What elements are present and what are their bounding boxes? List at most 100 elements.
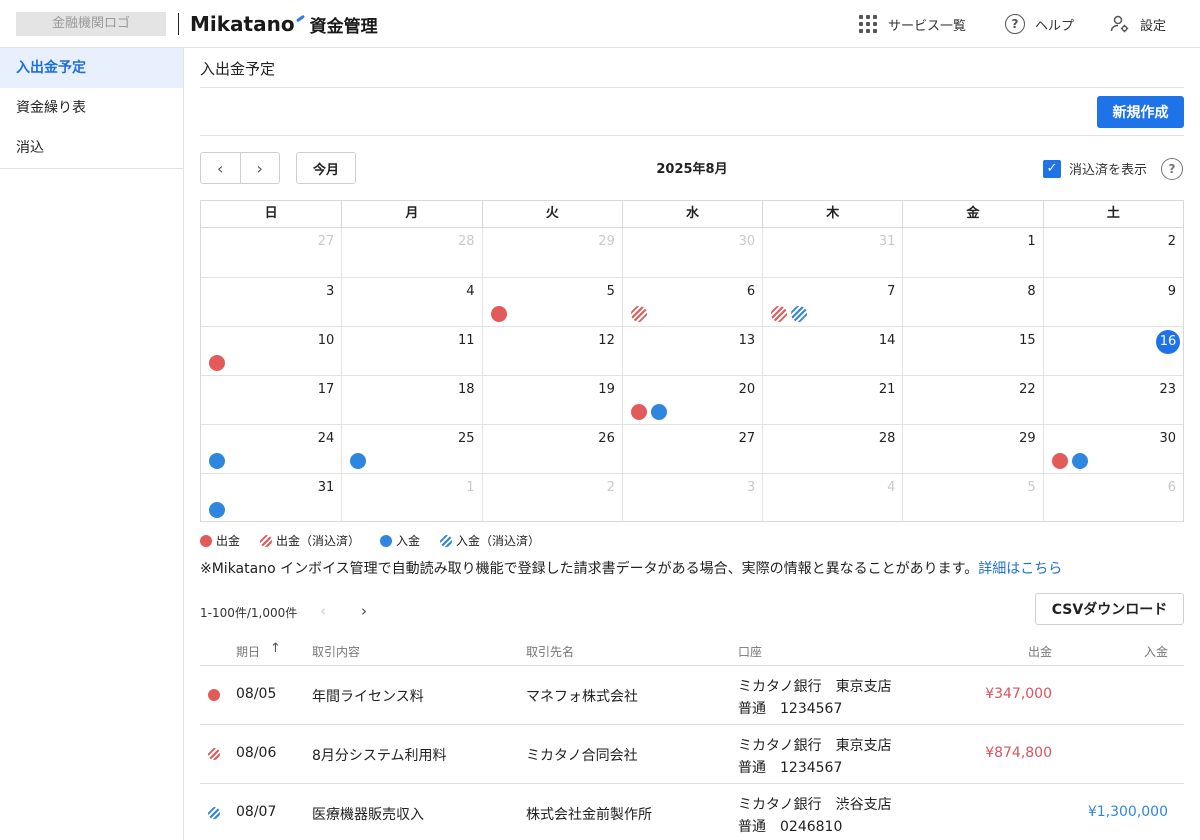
calendar-day[interactable]: 1 [341, 473, 482, 522]
col-inflow: 入金 [1143, 645, 1168, 659]
calendar-day[interactable]: 29 [481, 228, 622, 277]
calendar-day[interactable]: 21 [762, 375, 903, 424]
next-page-button[interactable]: › [361, 602, 367, 620]
new-button[interactable]: 新規作成 [1097, 96, 1184, 128]
sidebar-item-schedule[interactable]: 入出金予定 [0, 48, 183, 88]
calendar-day[interactable]: 6 [621, 277, 763, 326]
service-list-button[interactable]: サービス一覧 [858, 12, 966, 36]
calendar-day[interactable]: 6 [1042, 473, 1183, 522]
table-row[interactable]: 08/06 8月分システム利用料 ミカタノ合同会社 ミカタノ銀行 東京支店 普通 123… [200, 725, 1184, 784]
calendar-day[interactable]: 4 [762, 473, 903, 522]
col-description: 取引内容 [312, 645, 361, 659]
calendar-day[interactable]: 2 [1042, 228, 1183, 277]
help-button[interactable]: ? ヘルプ [1005, 12, 1074, 36]
table-row[interactable]: 08/05 年間ライセンス料 マネフォ株式会社 ミカタノ銀行 東京支店 普通 12345… [200, 666, 1184, 725]
calendar-day[interactable]: 20 [621, 375, 763, 424]
calendar-day[interactable]: 10 [201, 326, 342, 375]
row-description: 年間ライセンス料 [312, 689, 424, 705]
calendar-day[interactable]: 22 [902, 375, 1043, 424]
in-event-icon[interactable] [209, 453, 225, 469]
calendar-day[interactable]: 4 [341, 277, 482, 326]
calendar-day[interactable]: 28 [341, 228, 481, 277]
calendar-day[interactable]: 5 [481, 277, 622, 326]
sidebar-item-cashflow[interactable]: 資金繰り表 [0, 88, 183, 128]
prev-page-button[interactable]: ‹ [320, 602, 326, 620]
calendar-day[interactable]: 24 [201, 424, 342, 473]
next-month-button[interactable]: › [239, 153, 280, 183]
col-partner: 取引先名 [526, 645, 575, 659]
out-event-icon[interactable] [1051, 453, 1068, 469]
day-number: 11 [458, 333, 475, 348]
calendar-day[interactable]: 14 [762, 326, 903, 375]
calendar-day[interactable]: 30 [1042, 424, 1183, 473]
details-link[interactable]: 詳細はこちら [978, 561, 1062, 577]
calendar-day[interactable]: 3 [201, 277, 342, 326]
settings-label: 設定 [1140, 18, 1167, 34]
calendar-day[interactable]: 31 [201, 473, 342, 522]
out-event-icon[interactable] [630, 404, 647, 420]
calendar-day[interactable]: 27 [201, 228, 341, 277]
col-outflow: 出金 [1027, 645, 1052, 659]
day-number: 30 [1159, 431, 1176, 446]
calendar-day[interactable]: 26 [481, 424, 622, 473]
calendar-day[interactable]: 16 [1042, 326, 1183, 375]
day-number: 4 [887, 480, 896, 495]
in-event-icon[interactable] [350, 453, 367, 469]
calendar-day[interactable]: 31 [762, 228, 902, 277]
calendar-day[interactable]: 17 [201, 375, 342, 424]
in-s-event-icon[interactable] [791, 306, 808, 322]
calendar-day[interactable]: 2 [481, 473, 622, 522]
calendar-day[interactable]: 13 [621, 326, 763, 375]
help-icon: ? [1005, 14, 1025, 34]
calendar-day[interactable]: 1 [902, 228, 1042, 277]
day-number: 20 [738, 382, 756, 397]
app-title[interactable]: Mikatano 資金管理 [190, 11, 378, 37]
settings-button[interactable]: 設定 [1110, 12, 1166, 36]
out-s-event-icon[interactable] [771, 306, 788, 322]
csv-download-button[interactable]: CSVダウンロード [1035, 593, 1184, 625]
out-event-icon[interactable] [490, 306, 507, 322]
calendar-day[interactable]: 3 [621, 473, 763, 522]
calendar-day[interactable]: 5 [902, 473, 1043, 522]
day-number: 6 [1167, 480, 1176, 495]
col-date[interactable]: 期日 [236, 643, 260, 660]
weekday-header: 土 [1042, 201, 1183, 227]
out-row-icon [208, 689, 220, 701]
calendar-day[interactable]: 19 [481, 375, 622, 424]
calendar-day[interactable]: 29 [902, 424, 1043, 473]
sidebar-item-reconcile[interactable]: 消込 [0, 128, 183, 168]
brand-name: Mikatano [190, 12, 295, 36]
account-number: 普通 1234567 [738, 760, 843, 776]
calendar-day[interactable]: 9 [1042, 277, 1183, 326]
calendar-day[interactable]: 30 [621, 228, 762, 277]
settings-icon [1110, 14, 1130, 34]
table-row[interactable]: 08/07 医療機器販売収入 株式会社金前製作所 ミカタノ銀行 渋谷支店 普通 0246… [200, 784, 1184, 840]
show-cleared-toggle[interactable]: ✓ 消込済を表示 [1043, 159, 1147, 178]
legend: 出金 出金（消込済） 入金 入金（消込済） [200, 532, 560, 549]
today-marker: 16 [1156, 330, 1180, 354]
calendar-day[interactable]: 28 [762, 424, 903, 473]
calendar-day[interactable]: 23 [1042, 375, 1183, 424]
in-event-icon[interactable] [650, 404, 667, 420]
calendar-day[interactable]: 8 [902, 277, 1043, 326]
this-month-button[interactable]: 今月 [296, 152, 356, 184]
in-event-icon[interactable] [209, 502, 225, 518]
calendar-day[interactable]: 11 [341, 326, 482, 375]
in-event-icon[interactable] [1071, 453, 1088, 469]
out-event-icon[interactable] [209, 355, 225, 371]
calendar-day[interactable]: 12 [481, 326, 622, 375]
help-icon[interactable]: ? [1161, 158, 1183, 180]
calendar-day[interactable]: 27 [621, 424, 763, 473]
calendar-day[interactable]: 18 [341, 375, 482, 424]
calendar-day[interactable]: 7 [762, 277, 903, 326]
prev-month-button[interactable]: ‹ [201, 153, 240, 183]
row-account: ミカタノ銀行 渋谷支店 普通 0246810 [738, 794, 892, 838]
calendar-day[interactable]: 25 [341, 424, 482, 473]
calendar-day[interactable]: 15 [902, 326, 1043, 375]
checkbox-checked-icon[interactable]: ✓ [1043, 159, 1061, 178]
day-number: 23 [1159, 382, 1176, 397]
out-s-event-icon[interactable] [630, 306, 647, 322]
sort-asc-icon[interactable]: ↑ [270, 641, 281, 656]
day-number: 5 [1027, 480, 1036, 495]
out-s-row-icon [208, 748, 220, 760]
